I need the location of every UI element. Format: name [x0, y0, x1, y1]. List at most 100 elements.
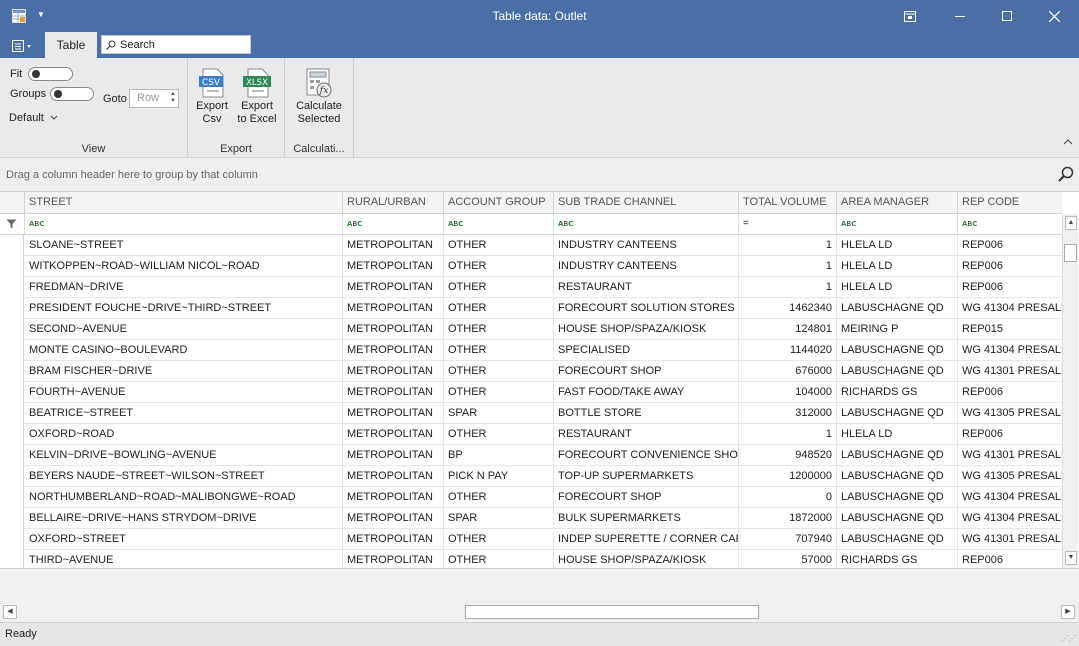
cell-street[interactable]: THIRD~AVENUE [25, 550, 343, 568]
cell-sub-trade-channel[interactable]: RESTAURANT [554, 277, 739, 298]
cell-rep-code[interactable]: REP006 [958, 256, 1062, 277]
cell-rep-code[interactable]: REP006 [958, 235, 1062, 256]
cell-area-manager[interactable]: HLELA LD [837, 424, 958, 445]
cell-rep-code[interactable]: REP006 [958, 550, 1062, 568]
filter-area-manager[interactable]: ABC [837, 214, 958, 235]
column-header-account-group[interactable]: ACCOUNT GROUP [444, 192, 554, 214]
row-indicator[interactable] [0, 361, 24, 382]
cell-area-manager[interactable]: MEIRING P [837, 319, 958, 340]
file-menu-icon[interactable] [12, 40, 32, 52]
cell-rural-urban[interactable]: METROPOLITAN [343, 319, 444, 340]
cell-total-volume[interactable]: 124801 [739, 319, 837, 340]
cell-street[interactable]: FREDMAN~DRIVE [25, 277, 343, 298]
column-header-rural-urban[interactable]: RURAL/URBAN [343, 192, 444, 214]
cell-rep-code[interactable]: WG 41301 PRESALES [958, 529, 1062, 550]
cell-street[interactable]: BEYERS NAUDE~STREET~WILSON~STREET [25, 466, 343, 487]
cell-account-group[interactable]: OTHER [444, 361, 554, 382]
cell-sub-trade-channel[interactable]: HOUSE SHOP/SPAZA/KIOSK [554, 319, 739, 340]
row-indicator[interactable] [0, 508, 24, 529]
cell-sub-trade-channel[interactable]: FAST FOOD/TAKE AWAY [554, 382, 739, 403]
cell-street[interactable]: MONTE CASINO~BOULEVARD [25, 340, 343, 361]
horizontal-scrollbar[interactable]: ◀ ▶ [0, 603, 1079, 621]
row-indicator[interactable] [0, 466, 24, 487]
filter-street[interactable]: ABC [25, 214, 343, 235]
column-header-rep-code[interactable]: REP CODE [958, 192, 1062, 214]
cell-account-group[interactable]: OTHER [444, 319, 554, 340]
row-indicator[interactable] [0, 235, 24, 256]
cell-rural-urban[interactable]: METROPOLITAN [343, 508, 444, 529]
cell-total-volume[interactable]: 1 [739, 277, 837, 298]
cell-area-manager[interactable]: LABUSCHAGNE QD [837, 487, 958, 508]
cell-total-volume[interactable]: 1144020 [739, 340, 837, 361]
collapse-ribbon-icon[interactable] [1063, 138, 1073, 145]
cell-rural-urban[interactable]: METROPOLITAN [343, 298, 444, 319]
cell-rural-urban[interactable]: METROPOLITAN [343, 277, 444, 298]
filter-total-volume[interactable]: = [739, 214, 837, 235]
cell-total-volume[interactable]: 1 [739, 235, 837, 256]
cell-sub-trade-channel[interactable]: FORECOURT SHOP [554, 361, 739, 382]
cell-rep-code[interactable]: REP015 [958, 319, 1062, 340]
cell-sub-trade-channel[interactable]: BOTTLE STORE [554, 403, 739, 424]
cell-street[interactable]: OXFORD~STREET [25, 529, 343, 550]
cell-area-manager[interactable]: LABUSCHAGNE QD [837, 340, 958, 361]
cell-rural-urban[interactable]: METROPOLITAN [343, 445, 444, 466]
row-indicator[interactable] [0, 487, 24, 508]
table-row[interactable]: MONTE CASINO~BOULEVARD METROPOLITAN OTHER S… [0, 340, 1062, 361]
cell-sub-trade-channel[interactable]: HOUSE SHOP/SPAZA/KIOSK [554, 550, 739, 568]
cell-rural-urban[interactable]: METROPOLITAN [343, 550, 444, 568]
restore-layout-button[interactable] [887, 0, 933, 32]
cell-street[interactable]: BELLAIRE~DRIVE~HANS STRYDOM~DRIVE [25, 508, 343, 529]
cell-sub-trade-channel[interactable]: FORECOURT CONVENIENCE SHOP [554, 445, 739, 466]
row-indicator[interactable] [0, 319, 24, 340]
fit-toggle[interactable] [28, 67, 73, 81]
resize-grip-icon[interactable]: ⋰⋰ [1061, 634, 1076, 643]
row-indicator[interactable] [0, 298, 24, 319]
cell-area-manager[interactable]: HLELA LD [837, 277, 958, 298]
cell-area-manager[interactable]: LABUSCHAGNE QD [837, 403, 958, 424]
cell-rural-urban[interactable]: METROPOLITAN [343, 466, 444, 487]
cell-area-manager[interactable]: HLELA LD [837, 235, 958, 256]
cell-account-group[interactable]: SPAR [444, 508, 554, 529]
minimize-button[interactable] [937, 0, 983, 32]
column-header-street[interactable]: STREET [25, 192, 343, 214]
cell-street[interactable]: SECOND~AVENUE [25, 319, 343, 340]
cell-rural-urban[interactable]: METROPOLITAN [343, 487, 444, 508]
close-button[interactable] [1031, 0, 1077, 32]
row-indicator[interactable] [0, 403, 24, 424]
search-input[interactable]: Search [101, 35, 251, 54]
table-row[interactable]: THIRD~AVENUE METROPOLITAN OTHER HOUSE SHOP/… [0, 550, 1062, 568]
cell-street[interactable]: NORTHUMBERLAND~ROAD~MALIBONGWE~ROAD [25, 487, 343, 508]
cell-total-volume[interactable]: 1 [739, 424, 837, 445]
scroll-down-icon[interactable]: ▼ [1065, 551, 1077, 565]
cell-rep-code[interactable]: WG 41305 PRESALES [958, 403, 1062, 424]
filter-rural-urban[interactable]: ABC [343, 214, 444, 235]
groups-toggle[interactable] [50, 87, 94, 101]
cell-rep-code[interactable]: REP006 [958, 382, 1062, 403]
cell-sub-trade-channel[interactable]: TOP-UP SUPERMARKETS [554, 466, 739, 487]
table-row[interactable]: FREDMAN~DRIVE METROPOLITAN OTHER RESTAURANT… [0, 277, 1062, 298]
cell-sub-trade-channel[interactable]: FORECOURT SOLUTION STORES [554, 298, 739, 319]
table-row[interactable]: NORTHUMBERLAND~ROAD~MALIBONGWE~ROAD METRO… [0, 487, 1062, 508]
cell-area-manager[interactable]: LABUSCHAGNE QD [837, 298, 958, 319]
cell-account-group[interactable]: SPAR [444, 403, 554, 424]
cell-area-manager[interactable]: LABUSCHAGNE QD [837, 466, 958, 487]
cell-total-volume[interactable]: 676000 [739, 361, 837, 382]
cell-area-manager[interactable]: HLELA LD [837, 256, 958, 277]
table-row[interactable]: BEATRICE~STREET METROPOLITAN SPAR BOTTLE ST… [0, 403, 1062, 424]
table-row[interactable]: WITKOPPEN~ROAD~WILLIAM NICOL~ROAD METROPO… [0, 256, 1062, 277]
cell-account-group[interactable]: OTHER [444, 340, 554, 361]
cell-area-manager[interactable]: RICHARDS GS [837, 550, 958, 568]
table-row[interactable]: SLOANE~STREET METROPOLITAN OTHER INDUSTRY C… [0, 235, 1062, 256]
cell-total-volume[interactable]: 1462340 [739, 298, 837, 319]
export-csv-button[interactable]: CSV Export Csv [194, 68, 230, 126]
cell-rep-code[interactable]: WG 41304 PRESALES [958, 487, 1062, 508]
cell-rural-urban[interactable]: METROPOLITAN [343, 235, 444, 256]
cell-street[interactable]: FOURTH~AVENUE [25, 382, 343, 403]
cell-total-volume[interactable]: 0 [739, 487, 837, 508]
cell-rep-code[interactable]: WG 41305 PRESALES [958, 466, 1062, 487]
cell-rep-code[interactable]: WG 41304 PRESALES [958, 298, 1062, 319]
cell-rural-urban[interactable]: METROPOLITAN [343, 529, 444, 550]
cell-total-volume[interactable]: 104000 [739, 382, 837, 403]
vertical-scroll-thumb[interactable] [1064, 244, 1077, 262]
table-row[interactable]: BELLAIRE~DRIVE~HANS STRYDOM~DRIVE METROPO… [0, 508, 1062, 529]
